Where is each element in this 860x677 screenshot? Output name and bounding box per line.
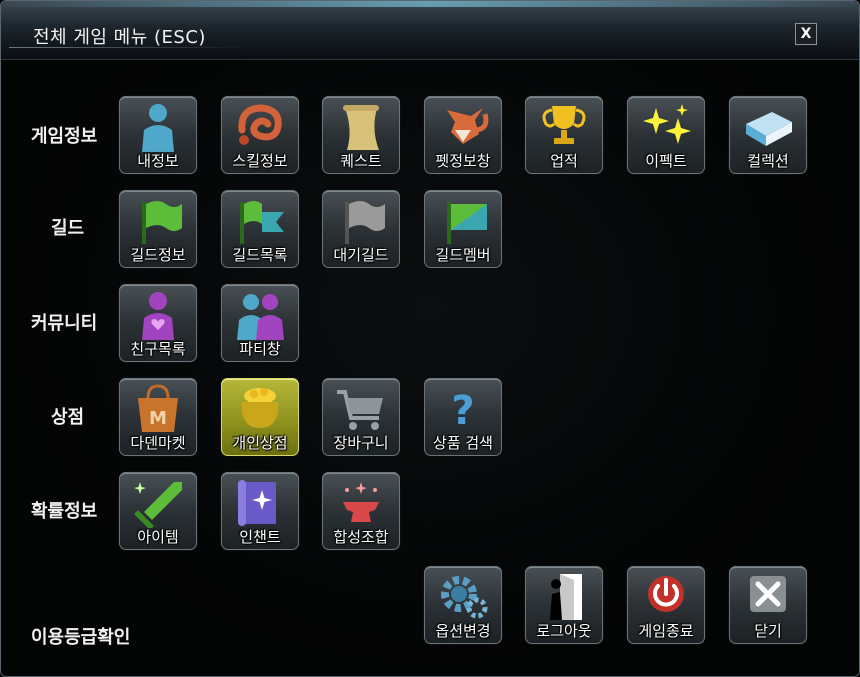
cart-icon xyxy=(337,390,383,430)
shopping-bag-icon: M xyxy=(138,384,178,432)
logout-button[interactable]: 로그아웃 xyxy=(525,566,603,644)
friend-icon xyxy=(142,292,174,340)
close-menu-button[interactable]: 닫기 xyxy=(729,566,807,644)
title-bar-highlight xyxy=(1,1,859,7)
options-button[interactable]: 옵션변경 xyxy=(424,566,502,644)
flags-icon xyxy=(240,201,284,244)
button-label: 컬렉션 xyxy=(747,152,789,170)
button-label: 이펙트 xyxy=(645,152,687,170)
enchant-scroll-icon xyxy=(238,480,276,526)
fox-icon xyxy=(447,108,489,144)
split-flag-icon xyxy=(447,202,487,244)
daden-market-button[interactable]: M 다덴마켓 xyxy=(119,378,197,456)
category-label-community: 커뮤니티 xyxy=(31,313,98,334)
friend-list-button[interactable]: 친구목록 xyxy=(119,284,197,362)
trophy-icon xyxy=(542,106,586,144)
guild-list-button[interactable]: 길드목록 xyxy=(221,190,299,268)
effect-button[interactable]: 이펙트 xyxy=(627,96,705,174)
item-probability-button[interactable]: 아이템 xyxy=(119,472,197,550)
game-menu-window: 전체 게임 메뉴 (ESC) X 게임정보 길드 커뮤니티 상점 확률정보 내정… xyxy=(0,0,860,677)
button-label: 아이템 xyxy=(137,528,179,546)
button-label: 다덴마켓 xyxy=(130,434,186,452)
collection-button[interactable]: 컬렉션 xyxy=(729,96,807,174)
sparkle-icon xyxy=(643,104,691,144)
gear-icon xyxy=(441,576,488,619)
svg-text:M: M xyxy=(149,408,167,429)
button-label: 업적 xyxy=(550,152,578,170)
gold-pot-icon xyxy=(241,388,279,428)
sword-icon xyxy=(134,482,182,528)
party-icon xyxy=(237,294,284,340)
close-button[interactable]: X xyxy=(795,23,817,45)
scroll-icon xyxy=(343,105,379,150)
category-label-game-info: 게임정보 xyxy=(31,126,98,147)
green-flag-icon xyxy=(142,201,182,244)
button-label: 닫기 xyxy=(754,622,782,640)
button-label: 길드멤버 xyxy=(435,246,491,264)
enchant-probability-button[interactable]: 인챈트 xyxy=(221,472,299,550)
svg-text:?: ? xyxy=(451,388,474,434)
guild-info-button[interactable]: 길드정보 xyxy=(119,190,197,268)
button-label: 장바구니 xyxy=(333,434,389,452)
button-label: 길드목록 xyxy=(232,246,288,264)
button-label: 펫정보창 xyxy=(435,152,491,170)
achievement-button[interactable]: 업적 xyxy=(525,96,603,174)
category-label-probability: 확률정보 xyxy=(31,501,98,522)
party-button[interactable]: 파티창 xyxy=(221,284,299,362)
my-info-button[interactable]: 내정보 xyxy=(119,96,197,174)
button-label: 로그아웃 xyxy=(536,622,592,640)
title-underline xyxy=(9,47,249,48)
button-label: 인챈트 xyxy=(239,528,281,546)
button-label: 대기길드 xyxy=(333,246,389,264)
button-label: 친구목록 xyxy=(130,340,186,358)
quest-button[interactable]: 퀘스트 xyxy=(322,96,400,174)
gray-flag-icon xyxy=(345,201,385,244)
button-label: 퀘스트 xyxy=(340,152,382,170)
book-icon xyxy=(746,112,792,146)
skill-swirl-icon xyxy=(238,104,282,145)
button-label: 합성조합 xyxy=(333,528,389,546)
button-label: 길드정보 xyxy=(130,246,186,264)
power-icon xyxy=(648,576,684,612)
button-label: 내정보 xyxy=(137,152,179,170)
window-title: 전체 게임 메뉴 (ESC) xyxy=(33,27,206,48)
rating-check-link[interactable]: 이용등급확인 xyxy=(31,623,130,649)
person-icon xyxy=(142,104,174,152)
button-label: 옵션변경 xyxy=(435,622,491,640)
button-label: 개인상점 xyxy=(232,434,288,452)
button-label: 파티창 xyxy=(239,340,281,358)
category-label-guild: 길드 xyxy=(51,218,85,239)
synthesis-probability-button[interactable]: 합성조합 xyxy=(322,472,400,550)
cart-button[interactable]: 장바구니 xyxy=(322,378,400,456)
button-label: 상품 검색 xyxy=(433,434,493,452)
waiting-guild-button[interactable]: 대기길드 xyxy=(322,190,400,268)
exit-game-button[interactable]: 게임종료 xyxy=(627,566,705,644)
guild-member-button[interactable]: 길드멤버 xyxy=(424,190,502,268)
title-bar: 전체 게임 메뉴 (ESC) X xyxy=(1,1,859,60)
product-search-button[interactable]: ? 상품 검색 xyxy=(424,378,502,456)
question-icon: ? xyxy=(451,388,474,434)
button-label: 스킬정보 xyxy=(232,152,288,170)
category-label-shop: 상점 xyxy=(51,407,85,428)
pet-info-button[interactable]: 펫정보창 xyxy=(424,96,502,174)
skill-info-button[interactable]: 스킬정보 xyxy=(221,96,299,174)
door-icon xyxy=(550,574,582,620)
anvil-icon xyxy=(343,482,379,522)
button-label: 게임종료 xyxy=(638,622,694,640)
close-icon xyxy=(750,576,786,612)
personal-shop-button[interactable]: 개인상점 xyxy=(221,378,299,456)
